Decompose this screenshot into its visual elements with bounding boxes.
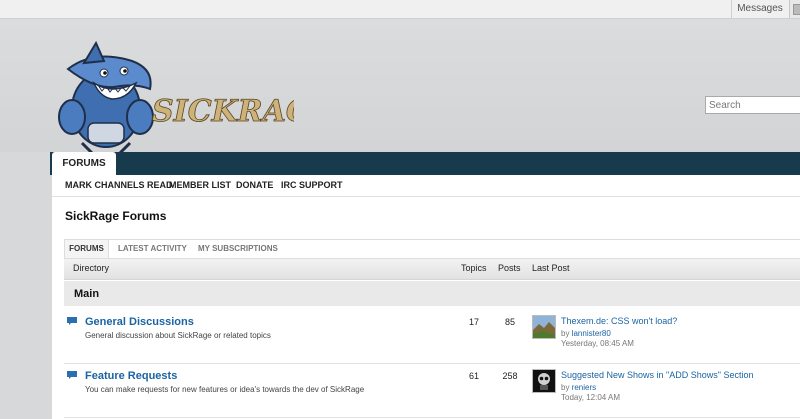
site-header: SICKRAGE bbox=[0, 19, 800, 157]
sub-navigation: MARK CHANNELS READ MEMBER LIST DONATE IR… bbox=[52, 175, 800, 197]
tab-my-subscriptions[interactable]: MY SUBSCRIPTIONS bbox=[198, 240, 278, 258]
last-post-author: by reniers bbox=[561, 383, 597, 392]
last-post-user-link[interactable]: lannister80 bbox=[572, 329, 611, 338]
tab-forums-list[interactable]: FORUMS bbox=[65, 240, 109, 258]
last-post-avatar[interactable] bbox=[532, 369, 556, 393]
page-content: MARK CHANNELS READ MEMBER LIST DONATE IR… bbox=[52, 175, 800, 419]
main-nav-bar bbox=[50, 152, 800, 175]
posts-count: 258 bbox=[502, 371, 518, 381]
topics-count: 17 bbox=[468, 317, 479, 327]
page-title: SickRage Forums bbox=[65, 209, 167, 223]
last-post-time: Today, 12:04 AM bbox=[561, 393, 620, 402]
messages-link[interactable]: Messages bbox=[731, 0, 788, 18]
forum-title-link[interactable]: Feature Requests bbox=[85, 370, 177, 382]
forum-row: Feature Requests You can make requests f… bbox=[64, 365, 800, 418]
column-topics: Topics bbox=[461, 263, 487, 273]
forum-description: You can make requests for new features o… bbox=[85, 385, 365, 394]
donate-link[interactable]: DONATE bbox=[236, 180, 273, 190]
forum-title-link[interactable]: General Discussions bbox=[85, 316, 194, 328]
forum-description: General discussion about SickRage or rel… bbox=[85, 331, 271, 340]
forum-tabs: FORUMS LATEST ACTIVITY MY SUBSCRIPTIONS bbox=[64, 239, 800, 259]
sickrage-logo[interactable]: SICKRAGE bbox=[54, 39, 294, 157]
irc-support-link[interactable]: IRC SUPPORT bbox=[281, 180, 343, 190]
tab-forums[interactable]: FORUMS bbox=[52, 152, 116, 175]
svg-text:SICKRAGE: SICKRAGE bbox=[152, 94, 294, 129]
column-last-post: Last Post bbox=[532, 263, 570, 273]
posts-count: 85 bbox=[504, 317, 515, 327]
category-row: Main bbox=[64, 281, 800, 306]
topics-count: 61 bbox=[468, 371, 479, 381]
user-icon bbox=[793, 4, 800, 15]
search-input[interactable] bbox=[709, 98, 797, 112]
category-title[interactable]: Main bbox=[74, 288, 99, 300]
last-post-user-link[interactable]: reniers bbox=[572, 383, 596, 392]
column-posts: Posts bbox=[498, 263, 521, 273]
last-post-title-link[interactable]: Suggested New Shows in "ADD Shows" Secti… bbox=[561, 370, 754, 380]
last-post-avatar[interactable] bbox=[532, 315, 556, 339]
forum-chat-icon bbox=[67, 371, 77, 379]
member-list-link[interactable]: MEMBER LIST bbox=[169, 180, 231, 190]
search-box[interactable] bbox=[705, 96, 800, 114]
mark-channels-read-link[interactable]: MARK CHANNELS READ bbox=[65, 180, 173, 190]
column-directory: Directory bbox=[73, 263, 110, 273]
tab-latest-activity[interactable]: LATEST ACTIVITY bbox=[118, 240, 187, 258]
user-avatar-button[interactable] bbox=[789, 0, 800, 18]
top-bar: Messages bbox=[0, 0, 800, 19]
forum-chat-icon bbox=[67, 317, 77, 325]
last-post-title-link[interactable]: Thexem.de: CSS won't load? bbox=[561, 316, 677, 326]
last-post-time: Yesterday, 08:45 AM bbox=[561, 339, 634, 348]
table-header: Directory Topics Posts Last Post bbox=[64, 259, 800, 280]
forum-row: General Discussions General discussion a… bbox=[64, 311, 800, 364]
last-post-author: by lannister80 bbox=[561, 329, 611, 338]
